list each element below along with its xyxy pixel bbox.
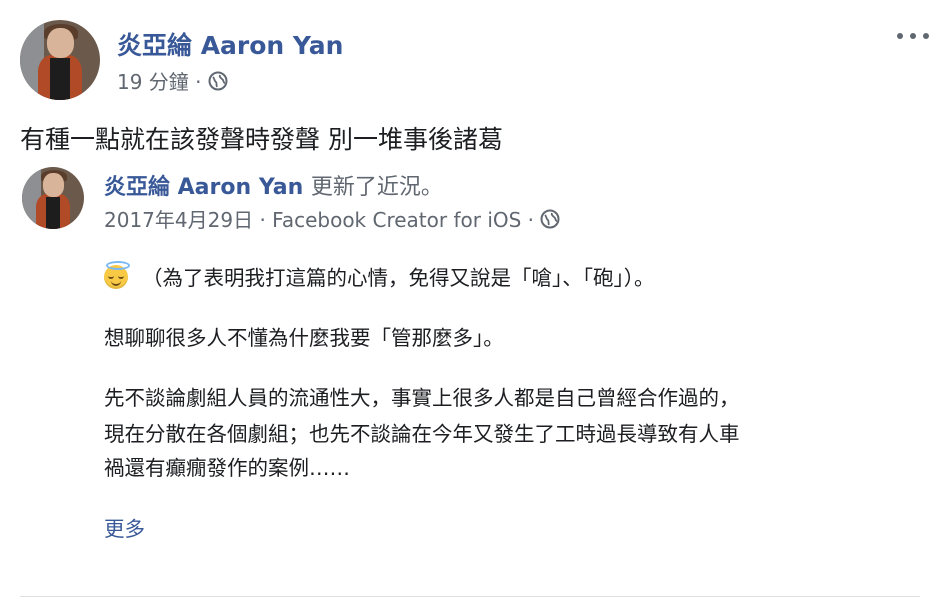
- shared-paragraph-2: 想聊聊很多人不懂為什麼我要「管那麼多」。: [104, 326, 504, 350]
- post-meta: 19 分鐘 ·: [117, 66, 228, 96]
- more-options-icon[interactable]: [893, 24, 933, 48]
- divider: [20, 596, 920, 597]
- shared-author-name[interactable]: 炎亞綸 Aaron Yan: [104, 175, 303, 200]
- post-text: 有種一點就在該發聲時發聲 別一堆事後諸葛: [20, 125, 503, 154]
- shared-separator-1: ·: [259, 208, 266, 232]
- shared-paragraph-3-line-2: 現在分散在各個劇組；也先不談論在今年又發生了工時過長導致有人車: [104, 422, 740, 446]
- shared-action: 更新了近況。: [310, 175, 443, 200]
- meta-separator: ·: [195, 70, 202, 94]
- author-name[interactable]: 炎亞綸 Aaron Yan: [117, 26, 343, 62]
- shared-author-avatar[interactable]: [22, 167, 84, 229]
- shared-date[interactable]: 2017年4月29日: [104, 208, 253, 232]
- smiling-face-with-halo-icon: [104, 261, 130, 289]
- shared-header: 炎亞綸 Aaron Yan 更新了近況。: [104, 169, 443, 201]
- post-time[interactable]: 19 分鐘: [117, 70, 189, 94]
- author-avatar[interactable]: [20, 20, 100, 100]
- globe-icon[interactable]: [208, 71, 228, 96]
- shared-source[interactable]: Facebook Creator for iOS: [272, 208, 521, 232]
- shared-meta: 2017年4月29日 · Facebook Creator for iOS ·: [104, 204, 560, 234]
- shared-paragraph-1: （為了表明我打這篇的心情，免得又說是「嗆」、「砲」）。: [104, 261, 655, 293]
- globe-icon[interactable]: [540, 209, 560, 234]
- shared-paragraph-3-line-3: 禍還有癲癇發作的案例……: [104, 456, 350, 480]
- shared-separator-2: ·: [527, 208, 535, 232]
- shared-paragraph-3-line-1: 先不談論劇組人員的流通性大，事實上很多人都是自己曾經合作過的，: [104, 386, 740, 410]
- see-more-link[interactable]: 更多: [104, 512, 145, 542]
